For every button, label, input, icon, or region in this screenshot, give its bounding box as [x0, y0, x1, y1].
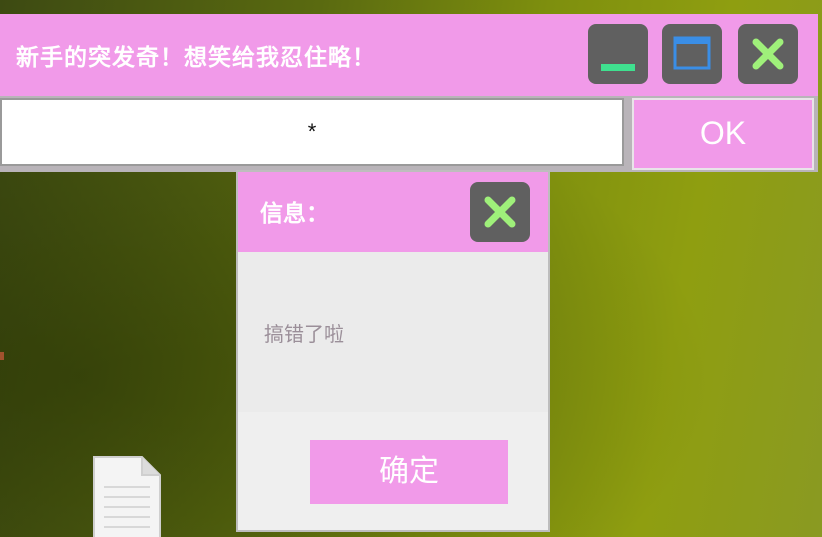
close-icon [484, 196, 516, 228]
dialog-body: 搞错了啦 [238, 252, 548, 412]
minimize-button[interactable] [588, 24, 648, 84]
dialog-titlebar[interactable]: 信息： [238, 172, 548, 252]
ok-button[interactable]: OK [632, 98, 814, 170]
main-titlebar[interactable]: 新手的突发奇！想笑给我忍住略！ [0, 14, 818, 96]
minimize-icon [601, 64, 635, 71]
maximize-button[interactable] [662, 24, 722, 84]
confirm-button[interactable]: 确定 [310, 440, 508, 504]
dialog-message: 搞错了啦 [264, 322, 344, 346]
window-title: 新手的突发奇！想笑给我忍住略！ [16, 44, 376, 71]
close-button[interactable] [738, 24, 798, 84]
maximize-icon [673, 36, 711, 70]
document-icon[interactable] [92, 455, 162, 537]
dialog-close-button[interactable] [470, 182, 530, 242]
close-icon [752, 38, 784, 70]
desktop-edge-mark [0, 352, 4, 360]
message-dialog: 信息： 搞错了啦 确定 [236, 170, 550, 532]
dialog-title: 信息： [260, 201, 329, 227]
text-input[interactable] [0, 98, 624, 166]
input-row: OK [0, 96, 818, 172]
main-window: 新手的突发奇！想笑给我忍住略！ OK [0, 14, 818, 172]
dialog-footer: 确定 [238, 412, 548, 530]
